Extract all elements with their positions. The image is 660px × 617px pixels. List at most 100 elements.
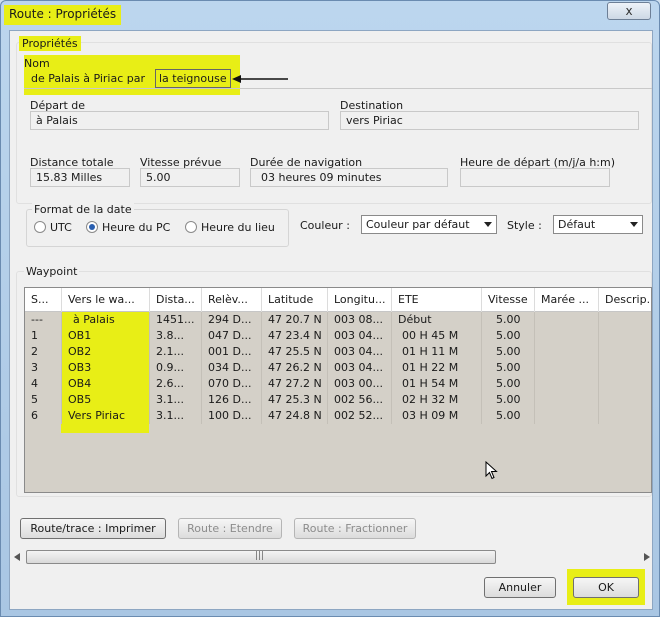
- chevron-down-icon: [630, 222, 638, 227]
- properties-group-label: Propriétés: [19, 36, 81, 51]
- cancel-button[interactable]: Annuler: [484, 577, 556, 598]
- table-cell: 003 00...: [328, 376, 392, 392]
- table-row[interactable]: 2 OB2 2.1... 001 D... 47 25.5 N 003 04... 01 H…: [25, 344, 651, 360]
- grid-column-header[interactable]: Marée ...: [535, 288, 599, 312]
- table-row[interactable]: 4 OB4 2.6... 070 D... 47 27.2 N 003 00... 01 H…: [25, 376, 651, 392]
- grid-column-header[interactable]: Descrip...: [599, 288, 651, 312]
- table-cell: [599, 408, 651, 424]
- grid-column-header[interactable]: S...: [25, 288, 62, 312]
- grid-column-header[interactable]: Longitu...: [328, 288, 392, 312]
- table-cell: OB4: [62, 376, 150, 392]
- vitesse-field[interactable]: 5.00: [140, 168, 240, 187]
- table-row[interactable]: 5 OB5 3.1... 126 D... 47 25.3 N 002 56... 02 H…: [25, 392, 651, 408]
- table-cell: 5.00: [482, 408, 535, 424]
- table-cell: 47 25.3 N: [262, 392, 328, 408]
- table-cell: [535, 312, 599, 328]
- radio-utc[interactable]: [34, 221, 46, 233]
- radio-heure-lieu-label[interactable]: Heure du lieu: [201, 221, 275, 234]
- table-cell: 1451...: [150, 312, 202, 328]
- table-cell: [599, 312, 651, 328]
- grid-header: S... Vers le wa... Dista... Relèv... Latitud…: [25, 288, 651, 312]
- table-cell: 047 D...: [202, 328, 262, 344]
- radio-heure-pc-label[interactable]: Heure du PC: [102, 221, 170, 234]
- heure-depart-field[interactable]: [460, 168, 610, 187]
- style-label: Style :: [507, 219, 542, 232]
- table-cell: 003 04...: [328, 344, 392, 360]
- scroll-right-icon[interactable]: [644, 553, 650, 561]
- style-select[interactable]: Défaut: [553, 215, 643, 234]
- grid-column-header[interactable]: Relèv...: [202, 288, 262, 312]
- scroll-left-icon[interactable]: [14, 553, 20, 561]
- depart-field[interactable]: à Palais: [30, 111, 329, 130]
- table-cell: 002 52...: [328, 408, 392, 424]
- table-row[interactable]: 1 OB1 3.8... 047 D... 47 23.4 N 003 04... 00 H…: [25, 328, 651, 344]
- table-row[interactable]: 3 OB3 0.9... 034 D... 47 26.2 N 003 04... 01 H…: [25, 360, 651, 376]
- chevron-down-icon: [484, 222, 492, 227]
- table-cell: [599, 392, 651, 408]
- ok-button[interactable]: OK: [573, 577, 639, 598]
- table-cell: 01 H 54 M: [392, 376, 482, 392]
- table-cell: 3.1...: [150, 408, 202, 424]
- grid-column-header[interactable]: Latitude: [262, 288, 328, 312]
- table-cell: 5.00: [482, 344, 535, 360]
- nom-field[interactable]: de Palais à Piriac par la teignouse: [24, 69, 652, 89]
- grid-column-header[interactable]: Vers le wa...: [62, 288, 150, 312]
- table-cell: 47 27.2 N: [262, 376, 328, 392]
- table-cell: 1: [25, 328, 62, 344]
- style-select-value: Défaut: [558, 218, 596, 231]
- table-cell: 47 25.5 N: [262, 344, 328, 360]
- couleur-label: Couleur :: [300, 219, 350, 232]
- couleur-select-value: Couleur par défaut: [366, 218, 470, 231]
- table-row[interactable]: --- à Palais 1451... 294 D... 47 20.7 N 003 0…: [25, 312, 651, 328]
- table-cell: 02 H 32 M: [392, 392, 482, 408]
- table-cell: 002 56...: [328, 392, 392, 408]
- couleur-select[interactable]: Couleur par défaut: [361, 215, 497, 234]
- table-cell: 5.00: [482, 392, 535, 408]
- print-button[interactable]: Route/trace : Imprimer: [20, 518, 166, 539]
- duree-field: 03 heures 09 minutes: [250, 168, 448, 187]
- table-cell: 2: [25, 344, 62, 360]
- mouse-cursor-icon: [485, 461, 498, 480]
- grid-column-header[interactable]: Vitesse: [482, 288, 535, 312]
- table-cell: 3: [25, 360, 62, 376]
- radio-heure-lieu[interactable]: [185, 221, 197, 233]
- split-button[interactable]: Route : Fractionner: [294, 518, 416, 539]
- table-cell: OB2: [62, 344, 150, 360]
- horizontal-scrollbar[interactable]: |||: [14, 549, 650, 565]
- table-cell: 01 H 22 M: [392, 360, 482, 376]
- table-cell: 2.6...: [150, 376, 202, 392]
- table-cell: 003 04...: [328, 328, 392, 344]
- close-icon: x: [625, 4, 633, 18]
- destination-field[interactable]: vers Piriac: [340, 111, 639, 130]
- table-cell: 5.00: [482, 328, 535, 344]
- table-cell: 3.8...: [150, 328, 202, 344]
- waypoint-grid[interactable]: S... Vers le wa... Dista... Relèv... Latitud…: [24, 287, 652, 493]
- title-bar[interactable]: Route : Propriétés x: [1, 1, 659, 29]
- grid-column-header[interactable]: ETE: [392, 288, 482, 312]
- table-cell: [535, 376, 599, 392]
- table-cell: OB5: [62, 392, 150, 408]
- table-cell: à Palais: [62, 312, 150, 328]
- table-cell: 01 H 11 M: [392, 344, 482, 360]
- table-cell: [599, 328, 651, 344]
- table-row[interactable]: 6 Vers Piriac 3.1... 100 D... 47 24.8 N 002 5…: [25, 408, 651, 424]
- table-cell: 5.00: [482, 312, 535, 328]
- table-cell: 03 H 09 M: [392, 408, 482, 424]
- scroll-grip-icon: |||: [255, 551, 265, 561]
- table-cell: 100 D...: [202, 408, 262, 424]
- table-cell: 00 H 45 M: [392, 328, 482, 344]
- close-button[interactable]: x: [607, 2, 651, 20]
- table-cell: OB3: [62, 360, 150, 376]
- table-cell: 4: [25, 376, 62, 392]
- window-title: Route : Propriétés: [4, 5, 122, 25]
- table-cell: 001 D...: [202, 344, 262, 360]
- radio-utc-label[interactable]: UTC: [50, 221, 72, 234]
- table-cell: 003 04...: [328, 360, 392, 376]
- table-cell: 3.1...: [150, 392, 202, 408]
- radio-heure-pc[interactable]: [86, 221, 98, 233]
- table-cell: 034 D...: [202, 360, 262, 376]
- scroll-thumb[interactable]: |||: [26, 550, 496, 564]
- table-cell: 0.9...: [150, 360, 202, 376]
- extend-button[interactable]: Route : Etendre: [178, 518, 282, 539]
- grid-column-header[interactable]: Dista...: [150, 288, 202, 312]
